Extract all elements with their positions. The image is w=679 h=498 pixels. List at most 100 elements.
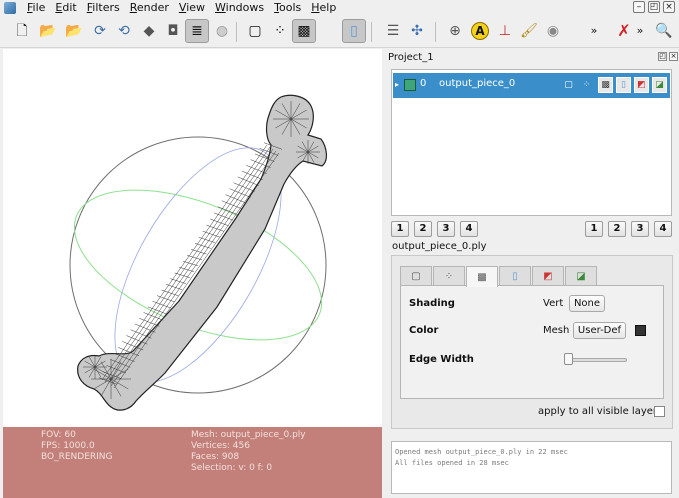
expander-icon[interactable]: ▸ bbox=[395, 80, 399, 89]
tab-points[interactable]: ⁘ bbox=[433, 266, 465, 286]
view-button-right-4[interactable]: 4 bbox=[654, 221, 672, 237]
layer-list[interactable]: ▸ 0 output_piece_0 ▢ ⁘ ▩ ▯ ◩ ◪ bbox=[391, 69, 672, 216]
stack-button[interactable]: ☰ bbox=[381, 19, 405, 43]
color-select-button[interactable]: User-Def bbox=[573, 322, 626, 339]
globe-icon: ⊕ bbox=[449, 23, 461, 39]
mesh-view-button[interactable]: ◍ bbox=[210, 19, 234, 43]
tab-wireframe[interactable]: ▩ bbox=[466, 266, 498, 287]
wire-edge bbox=[206, 224, 225, 232]
layers-button[interactable]: ≣ bbox=[185, 19, 209, 43]
shading-sub-label: Vert bbox=[543, 298, 564, 309]
restore-icon[interactable]: ◰ bbox=[648, 1, 660, 13]
search-button[interactable]: 🔍 bbox=[652, 19, 676, 43]
view-button-right-3[interactable]: 3 bbox=[631, 221, 649, 237]
toolbar-separator bbox=[236, 22, 237, 42]
minimize-icon[interactable]: – bbox=[633, 1, 645, 13]
reload-icon: ⟳ bbox=[94, 23, 106, 39]
main-toolbar: 🗋 📂 📂 ⟳ ⟲ ◆ ◘ ≣ ◍ ▢ ⁘ ▩ ▯ ☰ ✣ ⊕ A ⊥ 🖌 ◉ … bbox=[0, 16, 679, 48]
paint-button[interactable]: 🖌 bbox=[517, 19, 541, 43]
faces-readout: Faces: 908 bbox=[191, 452, 240, 462]
flat-lines-button[interactable]: ▯ bbox=[342, 19, 366, 43]
import-mesh-icon: 📂 bbox=[65, 23, 83, 39]
layer-row[interactable]: ▸ 0 output_piece_0 ▢ ⁘ ▩ ▯ ◩ ◪ bbox=[393, 73, 670, 98]
app-logo-icon bbox=[4, 1, 16, 14]
view-button-right-1[interactable]: 1 bbox=[585, 221, 603, 237]
menu-file[interactable]: File bbox=[22, 0, 50, 15]
wire-edge bbox=[156, 295, 175, 303]
close-icon[interactable]: × bbox=[663, 1, 675, 13]
reload-button[interactable]: ⟳ bbox=[88, 19, 112, 43]
render-mode-readout: BO_RENDERING bbox=[41, 452, 113, 462]
vertex-color-toggle-icon[interactable]: ◪ bbox=[652, 77, 667, 93]
menu-filters[interactable]: Filters bbox=[82, 0, 125, 15]
annotate-icon: A bbox=[471, 22, 489, 40]
flat-toggle-icon[interactable]: ▯ bbox=[616, 77, 631, 93]
chevron-double-right-icon: » bbox=[590, 24, 598, 37]
import-mesh-button[interactable]: 📂 bbox=[62, 19, 86, 43]
camera-button[interactable]: ◉ bbox=[541, 19, 565, 43]
bbox-toggle-icon[interactable]: ▢ bbox=[561, 77, 576, 93]
menu-view[interactable]: View bbox=[174, 0, 210, 15]
toolbar-overflow-button-2[interactable]: » bbox=[633, 19, 647, 43]
fov-readout: FOV: 60 bbox=[41, 430, 76, 440]
edge-width-slider-handle[interactable] bbox=[564, 353, 573, 365]
open-project-button[interactable]: 📂 bbox=[36, 19, 60, 43]
points-tab-icon: ⁘ bbox=[444, 271, 454, 282]
texture-toggle-icon[interactable]: ◩ bbox=[634, 77, 649, 93]
new-project-icon: 🗋 bbox=[16, 23, 28, 39]
reload-all-button[interactable]: ⟲ bbox=[112, 19, 136, 43]
annotate-button[interactable]: A bbox=[468, 19, 492, 43]
tab-flat[interactable]: ▯ bbox=[499, 266, 531, 286]
stack-icon: ☰ bbox=[386, 23, 400, 39]
mesh-render[interactable] bbox=[3, 49, 382, 427]
log-panel: Opened mesh output_piece_0.ply in 22 mse… bbox=[391, 441, 672, 494]
color-label: Color bbox=[409, 325, 439, 336]
snapshot-icon: ◘ bbox=[167, 23, 179, 39]
color-swatch[interactable] bbox=[635, 325, 646, 336]
view-button-4[interactable]: 4 bbox=[460, 221, 478, 237]
close-icon[interactable]: × bbox=[669, 52, 678, 61]
wire-edge bbox=[107, 148, 274, 385]
bbox-tab-icon: ▢ bbox=[411, 271, 421, 282]
shading-select-button[interactable]: None bbox=[569, 295, 605, 312]
transform-button[interactable]: ✣ bbox=[405, 19, 429, 43]
bbox-icon: ▢ bbox=[248, 23, 262, 39]
visibility-eye-icon[interactable] bbox=[404, 79, 416, 91]
menu-edit[interactable]: Edit bbox=[50, 0, 81, 15]
view-button-3[interactable]: 3 bbox=[437, 221, 455, 237]
edge-width-slider-track[interactable] bbox=[567, 358, 627, 362]
log-line: Opened mesh output_piece_0.ply in 22 mse… bbox=[395, 448, 568, 456]
view-button-1[interactable]: 1 bbox=[391, 221, 409, 237]
snapshot-button[interactable]: ◘ bbox=[161, 19, 185, 43]
tab-vertex-color[interactable]: ◪ bbox=[565, 266, 597, 286]
menu-help[interactable]: Help bbox=[306, 0, 341, 15]
menu-windows[interactable]: Windows bbox=[210, 0, 269, 15]
float-icon[interactable]: ◰ bbox=[658, 52, 667, 61]
view-button-2[interactable]: 2 bbox=[414, 221, 432, 237]
menu-render[interactable]: Render bbox=[125, 0, 174, 15]
menu-tools[interactable]: Tools bbox=[269, 0, 306, 15]
view-button-right-2[interactable]: 2 bbox=[608, 221, 626, 237]
layer-name: output_piece_0 bbox=[439, 78, 516, 89]
3d-viewport[interactable] bbox=[3, 49, 382, 427]
mesh-readout: Mesh: output_piece_0.ply bbox=[191, 430, 306, 440]
vertex-color-tab-icon: ◪ bbox=[576, 271, 586, 282]
log-line: All files opened in 28 msec bbox=[395, 459, 509, 467]
export-mesh-button[interactable]: ◆ bbox=[137, 19, 161, 43]
tab-texture[interactable]: ◩ bbox=[532, 266, 564, 286]
tab-bbox[interactable]: ▢ bbox=[400, 266, 432, 286]
wireframe-button[interactable]: ▩ bbox=[292, 19, 316, 43]
points-button[interactable]: ⁘ bbox=[268, 19, 292, 43]
points-toggle-icon[interactable]: ⁘ bbox=[579, 77, 594, 93]
toolbar-overflow-button[interactable]: » bbox=[587, 19, 601, 43]
flat-tab-icon: ▯ bbox=[512, 271, 518, 282]
menu-bar: File Edit Filters Render View Windows To… bbox=[0, 0, 679, 15]
new-project-button[interactable]: 🗋 bbox=[10, 19, 34, 43]
wireframe-toggle-icon[interactable]: ▩ bbox=[598, 77, 613, 93]
points-icon: ⁘ bbox=[274, 23, 286, 39]
search-icon: 🔍 bbox=[655, 23, 673, 39]
axes-button[interactable]: ⊥ bbox=[493, 19, 517, 43]
globe-button[interactable]: ⊕ bbox=[443, 19, 467, 43]
apply-all-layers-checkbox[interactable] bbox=[654, 406, 665, 417]
bbox-button[interactable]: ▢ bbox=[243, 19, 267, 43]
